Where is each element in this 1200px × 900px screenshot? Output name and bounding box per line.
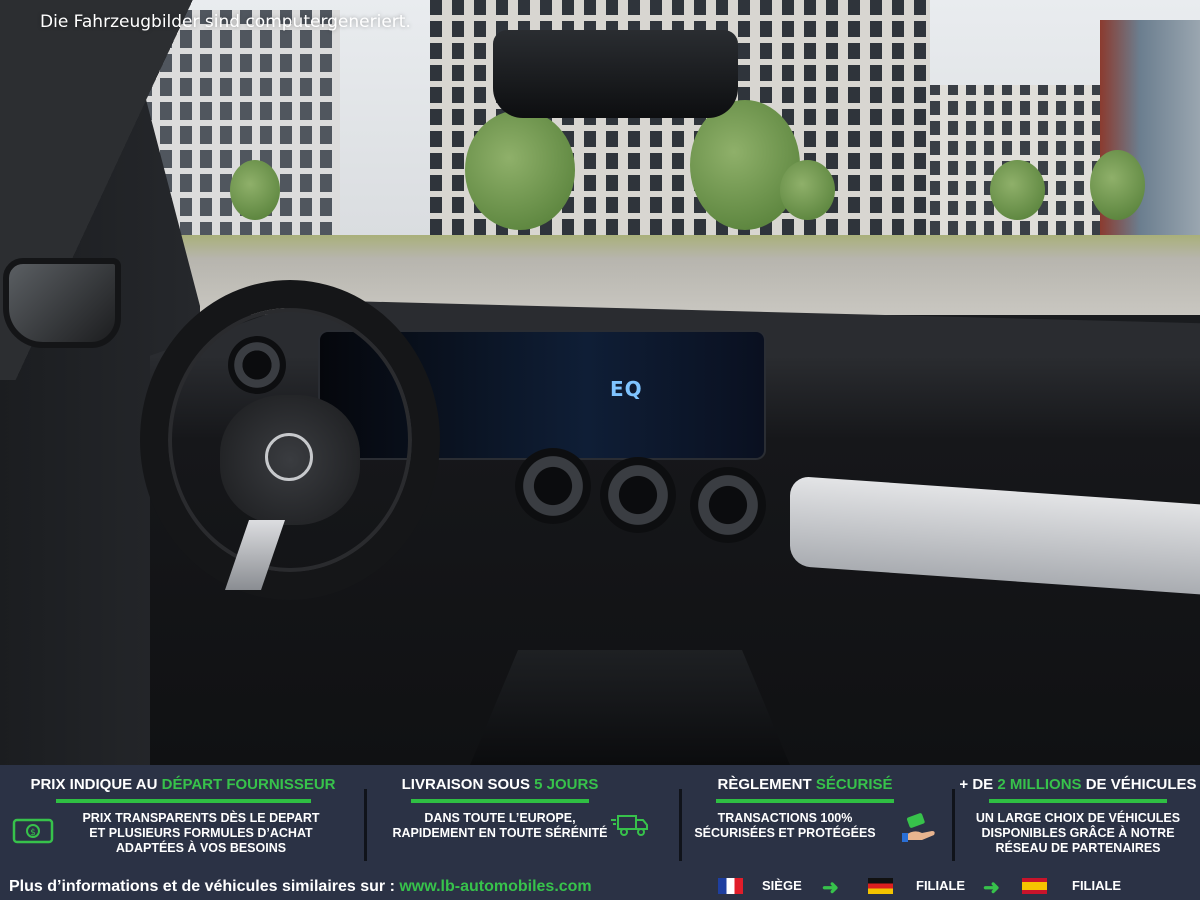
feature-body-line: TRANSACTIONS 100% [717, 811, 853, 825]
footer-info-label: Plus d’informations et de véhicules simi… [9, 878, 400, 895]
germany-flag-icon [868, 878, 893, 894]
footer-info-bar: Plus d’informations et de véhicules simi… [0, 874, 1200, 900]
delivery-truck-icon [611, 815, 648, 836]
feature-body-line: ET PLUSIEURS FORMULES D’ACHAT [89, 826, 313, 840]
feature-title-highlight: 2 MILLIONS [997, 776, 1082, 793]
spain-flag-icon [1022, 878, 1047, 894]
tree [990, 160, 1045, 220]
feature-body-line: DANS TOUTE L’EUROPE, [424, 811, 576, 825]
feature-body-line: RAPIDEMENT EN TOUTE SÉRÉNITÉ [392, 826, 608, 840]
green-divider [989, 799, 1167, 803]
feature-secure-payment: RÈGLEMENT SÉCURISÉ TRANSACTIONS 100% SÉC… [690, 765, 920, 870]
feature-title-text: PRIX INDIQUE AU [30, 776, 162, 793]
eq-badge: EQ [610, 377, 643, 401]
feature-title-text: LIVRAISON SOUS [401, 776, 535, 793]
air-vent-icon [600, 457, 676, 533]
feature-title-text: RÈGLEMENT [717, 776, 816, 793]
air-vent-icon [515, 448, 591, 524]
feature-title-highlight: 5 JOURS [534, 776, 599, 793]
location-label-headquarters: SIÈGE [762, 878, 802, 893]
green-divider [411, 799, 589, 803]
image-disclaimer: Die Fahrzeugbilder sind computergenerier… [40, 12, 411, 32]
payment-hand-icon [902, 813, 935, 842]
feature-body-line: RÉSEAU DE PARTENAIRES [995, 841, 1161, 855]
feature-body: PRIX TRANSPARENTS DÈS LE DEPART ET PLUSI… [18, 811, 348, 856]
feature-body-line: UN LARGE CHOIX DE VÉHICULES [975, 811, 1181, 825]
feature-title: LIVRAISON SOUS 5 JOURS [375, 776, 625, 793]
feature-body: UN LARGE CHOIX DE VÉHICULES DISPONIBLES … [958, 811, 1198, 856]
features-banner: PRIX INDIQUE AU DÉPART FOURNISSEUR PRIX … [0, 765, 1200, 900]
column-separator [364, 789, 367, 861]
feature-delivery: LIVRAISON SOUS 5 JOURS DANS TOUTE L’EURO… [375, 765, 625, 870]
steering-wheel-hub [220, 395, 360, 525]
feature-title-text: DE VÉHICULES [1081, 776, 1197, 793]
green-divider [716, 799, 894, 803]
feature-vehicle-count: + DE 2 MILLIONS DE VÉHICULES UN LARGE CH… [958, 765, 1198, 870]
feature-body-line: PRIX TRANSPARENTS DÈS LE DEPART [82, 811, 320, 825]
feature-title-highlight: SÉCURISÉ [815, 776, 893, 793]
side-mirror [3, 258, 121, 348]
location-label-branch: FILIALE [916, 878, 966, 893]
column-separator [679, 789, 682, 861]
air-vent-icon [690, 467, 766, 543]
green-divider [55, 799, 311, 803]
tree [465, 110, 575, 230]
arrow-right-icon: ➜ [822, 877, 839, 899]
feature-supplier-price: PRIX INDIQUE AU DÉPART FOURNISSEUR PRIX … [18, 765, 348, 870]
feature-title: + DE 2 MILLIONS DE VÉHICULES [958, 776, 1198, 793]
feature-title: PRIX INDIQUE AU DÉPART FOURNISSEUR [18, 776, 348, 793]
vehicle-interior-photo: EQ Die Fahrzeugbilder sind computergener… [0, 0, 1200, 765]
website-link[interactable]: www.lb-automobiles.com [399, 878, 591, 895]
brand-logo-icon [265, 433, 313, 481]
feature-body-line: ADAPTÉES À VOS BESOINS [115, 841, 287, 855]
location-label-branch: FILIALE [1072, 878, 1122, 893]
rearview-mirror [493, 30, 738, 118]
feature-body: TRANSACTIONS 100% SÉCURISÉES ET PROTÉGÉE… [690, 811, 920, 841]
arrow-right-icon: ➜ [983, 877, 1000, 899]
feature-title: RÈGLEMENT SÉCURISÉ [690, 776, 920, 793]
money-bill-icon: $ [12, 818, 54, 844]
france-flag-icon [718, 878, 743, 894]
tree [1090, 150, 1145, 220]
tree [780, 160, 835, 220]
feature-body-line: SÉCURISÉES ET PROTÉGÉES [694, 826, 876, 840]
footer-info-text: Plus d’informations et de véhicules simi… [9, 878, 592, 896]
feature-body: DANS TOUTE L’EUROPE, RAPIDEMENT EN TOUTE… [375, 811, 625, 841]
tree [690, 100, 800, 230]
feature-title-text: + DE [959, 776, 998, 793]
feature-body-line: DISPONIBLES GRÂCE À NOTRE [981, 826, 1175, 840]
svg-text:$: $ [30, 828, 36, 838]
center-console [470, 650, 790, 765]
feature-title-highlight: DÉPART FOURNISSEUR [161, 776, 336, 793]
column-separator [952, 789, 955, 861]
